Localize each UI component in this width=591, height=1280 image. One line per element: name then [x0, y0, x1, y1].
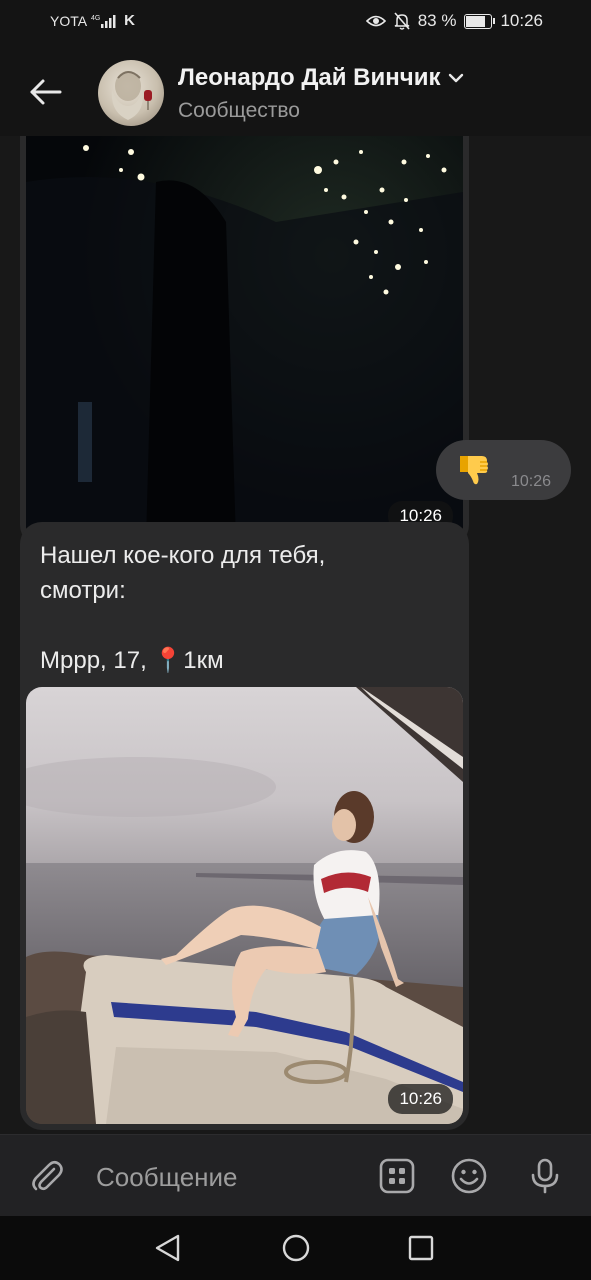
chat-title-block[interactable]: Леонардо Дай Винчик Сообщество [178, 64, 464, 123]
bot-keyboard-icon[interactable] [378, 1157, 416, 1195]
paperclip-icon[interactable] [28, 1157, 66, 1195]
microphone-icon[interactable] [526, 1157, 564, 1195]
page-title: Леонардо Дай Винчик [178, 64, 464, 92]
triangle-back-icon[interactable] [152, 1232, 184, 1264]
status-left: YOTA 4G K [50, 12, 135, 29]
photo-image [26, 687, 463, 1124]
video-thumbnail [26, 136, 463, 541]
chat-subtitle: Сообщество [178, 99, 300, 122]
chevron-down-icon[interactable] [448, 73, 464, 83]
avatar[interactable] [98, 60, 164, 126]
square-recent-icon[interactable] [405, 1232, 437, 1264]
avatar-portrait-icon [111, 71, 152, 120]
message-bubble-incoming[interactable]: Нашел кое-кого для тебя, смотри: Мррр, 1… [20, 522, 469, 1130]
carrier-label: YOTA [50, 12, 88, 29]
status-bar: YOTA 4G K 83 % 10:26 [0, 0, 591, 44]
chat-header: Леонардо Дай Винчик Сообщество [0, 44, 591, 136]
message-input[interactable] [94, 1159, 358, 1195]
message-feed[interactable]: 10:26 10:26 Нашел кое-кого для тебя, смо… [0, 136, 591, 1134]
arrow-left-icon[interactable] [26, 72, 66, 112]
message-line: смотри: [40, 577, 126, 604]
eye-icon [365, 15, 386, 27]
video-message[interactable]: 10:26 [26, 136, 463, 541]
signal-icon: 4G [91, 14, 116, 28]
mute-bell-icon [394, 12, 410, 30]
battery-icon [464, 13, 496, 29]
message-line: Нашел кое-кого для тебя, [40, 542, 326, 569]
status-right: 83 % 10:26 [365, 11, 543, 31]
message-bubble-outgoing[interactable]: 10:26 [436, 440, 571, 500]
message-bubble-incoming: 10:26 [20, 136, 469, 547]
profile-line: Мррр, 17, 📍1км [40, 647, 224, 674]
photo-attachment[interactable]: 10:26 [26, 687, 463, 1124]
smiley-icon[interactable] [450, 1157, 488, 1195]
community-name: Леонардо Дай Винчик [178, 64, 441, 91]
vk-status-label: K [124, 12, 135, 29]
circle-home-icon[interactable] [280, 1232, 312, 1264]
battery-percent: 83 % [417, 11, 457, 30]
message-time: 10:26 [510, 473, 551, 490]
message-composer [0, 1134, 591, 1217]
thumbs-down-icon [460, 456, 488, 485]
message-text: Нашел кое-кого для тебя, смотри: Мррр, 1… [40, 538, 450, 678]
system-nav-bar [0, 1216, 591, 1280]
message-time: 10:26 [388, 1084, 453, 1114]
clock: 10:26 [500, 11, 543, 30]
network-type-label: 4G [91, 15, 100, 22]
